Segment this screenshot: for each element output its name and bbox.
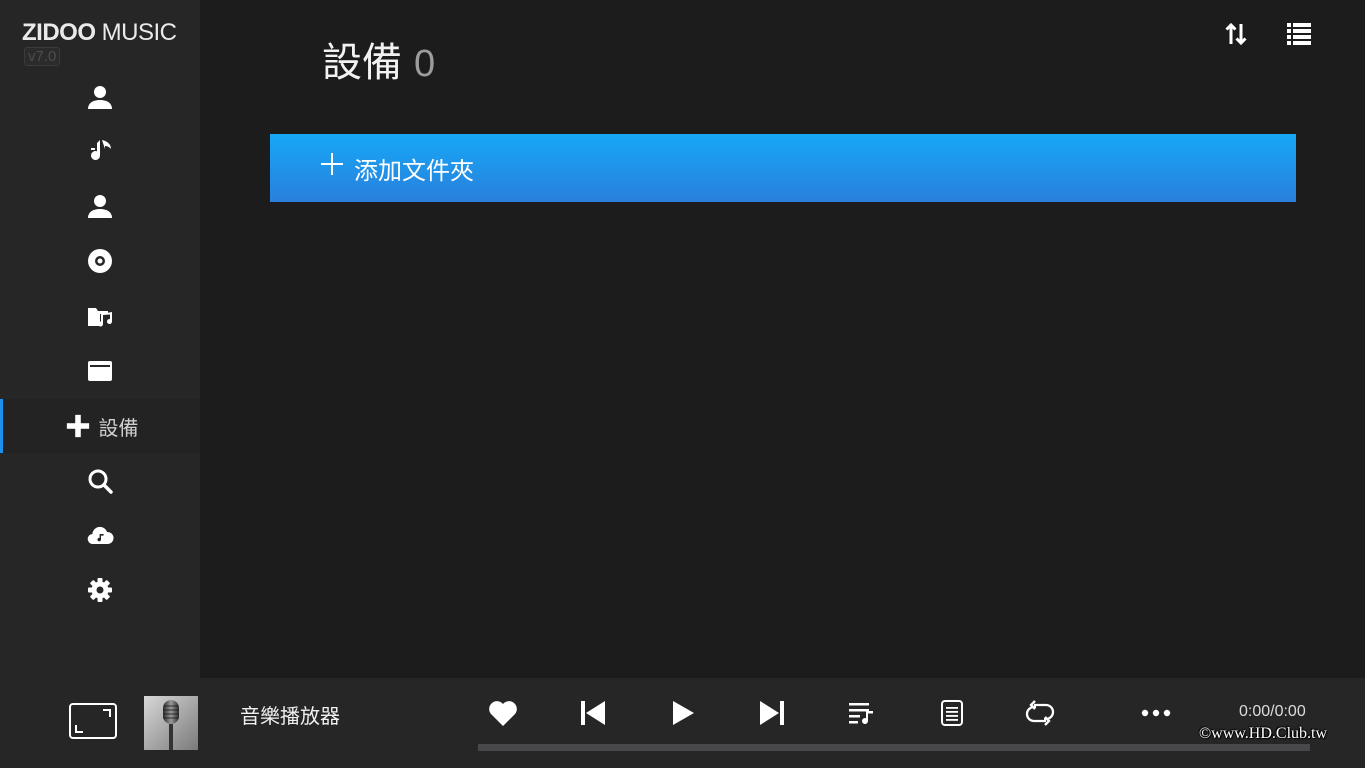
sidebar-item-albums[interactable] — [0, 234, 200, 288]
item-count: 0 — [414, 43, 436, 85]
list-view-button[interactable] — [1283, 18, 1315, 50]
microphone-image — [144, 696, 198, 750]
album-art[interactable] — [144, 696, 198, 750]
app-logo: ZIDOO MUSIC v7.0 — [22, 20, 177, 66]
heart-icon — [489, 701, 517, 726]
plus-icon — [66, 414, 89, 438]
progress-bar[interactable] — [478, 744, 1310, 751]
player-bar: 音樂播放器 0:00/0:00 ©www.HD.Club.tw — [0, 678, 1365, 768]
previous-button[interactable] — [576, 697, 610, 729]
playlist-icon — [849, 703, 873, 725]
user-icon — [88, 86, 112, 109]
version-badge: v7.0 — [24, 47, 61, 66]
skip-next-icon — [760, 701, 784, 725]
fullscreen-icon — [69, 703, 117, 739]
list-view-icon — [1287, 23, 1311, 45]
playback-time: 0:00/0:00 — [1239, 703, 1306, 720]
sidebar-item-songs[interactable] — [0, 124, 200, 178]
folder-icon — [88, 361, 112, 381]
next-button[interactable] — [755, 697, 789, 729]
music-folder-icon — [88, 308, 113, 327]
plus-icon — [320, 152, 344, 182]
fullscreen-button[interactable] — [69, 703, 117, 739]
track-title: 音樂播放器 — [240, 704, 340, 728]
lyrics-button[interactable] — [935, 697, 969, 729]
document-icon — [941, 700, 963, 726]
sidebar-item-user[interactable] — [0, 70, 200, 124]
play-icon — [673, 701, 694, 725]
repeat-button[interactable] — [1023, 697, 1057, 729]
watermark: ©www.HD.Club.tw — [1199, 725, 1328, 742]
sidebar: ZIDOO MUSIC v7.0 設備 — [0, 0, 200, 678]
more-icon — [1141, 709, 1171, 717]
sidebar-item-search[interactable] — [0, 454, 200, 508]
sidebar-item-music-folders[interactable] — [0, 289, 200, 343]
skip-previous-icon — [581, 701, 605, 725]
artist-icon — [88, 195, 112, 218]
more-button[interactable] — [1139, 697, 1173, 729]
search-icon — [88, 469, 113, 494]
sidebar-item-cloud[interactable] — [0, 509, 200, 563]
repeat-icon — [1025, 700, 1055, 726]
sort-button[interactable] — [1220, 18, 1252, 50]
gear-icon — [88, 578, 112, 602]
brand-name: ZIDOO MUSIC — [22, 19, 177, 46]
music-note-icon — [91, 140, 111, 161]
page-title-text: 設備 — [322, 40, 402, 86]
favorite-button[interactable] — [486, 697, 520, 729]
queue-button[interactable] — [845, 697, 879, 729]
play-button[interactable] — [666, 697, 700, 729]
add-folder-label: 添加文件夾 — [354, 156, 474, 185]
sidebar-item-artists[interactable] — [0, 179, 200, 233]
cloud-music-icon — [87, 526, 114, 545]
sidebar-item-label: 設備 — [98, 415, 139, 440]
sidebar-item-settings[interactable] — [0, 563, 200, 617]
add-folder-button[interactable]: 添加文件夾 — [270, 134, 1296, 202]
sort-icon — [1225, 22, 1247, 46]
page-title: 設備 0 — [322, 30, 435, 88]
sidebar-item-devices[interactable]: 設備 — [0, 399, 200, 453]
disc-icon — [88, 249, 112, 273]
sidebar-item-folders[interactable] — [0, 344, 200, 398]
